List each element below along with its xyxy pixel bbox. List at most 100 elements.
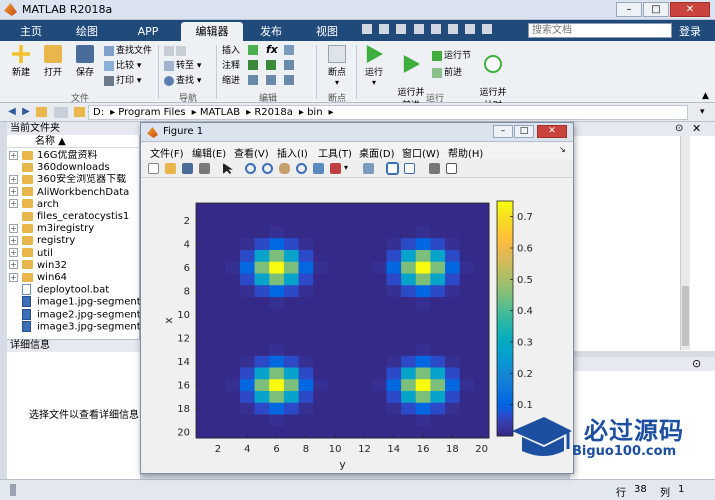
brush-dropdown-icon[interactable]: ▾ [344, 163, 348, 172]
collapse-ribbon-icon[interactable]: ▲ [702, 91, 709, 101]
file-list-item[interactable]: + win32 [7, 260, 140, 272]
zoom-out-icon[interactable] [262, 163, 273, 174]
menu-desktop[interactable]: 桌面(D) [359, 145, 395, 160]
tab-view[interactable]: 视图 [302, 22, 352, 41]
file-list-item[interactable]: files_ceratocystis1 [7, 211, 140, 223]
open-file-icon[interactable] [165, 163, 176, 174]
fx-icon[interactable]: fx [266, 43, 278, 56]
browse-folder-icon[interactable] [54, 107, 68, 118]
menu-help[interactable]: 帮助(H) [448, 145, 483, 160]
tab-editor[interactable]: 编辑器 [181, 22, 243, 41]
file-list-item[interactable]: + util [7, 248, 140, 260]
panel-menu-icon[interactable]: ⊙ [692, 357, 701, 370]
file-list-item[interactable]: + AliWorkbenchData [7, 187, 140, 199]
forward-arrow-icon[interactable]: ▶ [20, 106, 32, 118]
decrease-indent-icon[interactable] [284, 75, 294, 85]
figure-close-button[interactable]: ✕ [537, 125, 567, 138]
nav-back-forward[interactable] [164, 45, 188, 58]
menu-window[interactable]: 窗口(W) [402, 145, 440, 160]
maximize-button[interactable]: □ [643, 2, 669, 17]
search-docs-input[interactable] [528, 23, 672, 38]
open-button[interactable]: 打开 [38, 45, 68, 78]
panel-menu-icon[interactable]: ⊙ [675, 123, 683, 134]
print-button[interactable]: 打印 ▾ [104, 75, 141, 88]
new-figure-icon[interactable] [148, 163, 159, 174]
breakpoints-button[interactable]: 断点 ▾ [320, 45, 354, 87]
panel-close-icon[interactable]: ✕ [692, 122, 701, 135]
run-button[interactable]: 运行 ▾ [360, 45, 388, 87]
find-button[interactable]: 查找 ▾ [164, 75, 201, 88]
figure-canvas[interactable]: 2 4 6 8 10 12 14 16 18 20 2 4 6 8 10 12 14 16 18 20 0.1 0.2… [145, 179, 569, 471]
show-plot-tools-icon[interactable] [446, 163, 457, 174]
file-list-item[interactable]: + registry [7, 235, 140, 247]
tab-home[interactable]: 主页 [6, 22, 56, 41]
goto-button[interactable]: 转至 ▾ [164, 60, 201, 73]
expand-icon[interactable]: + [9, 199, 18, 209]
pan-hand-icon[interactable] [279, 163, 290, 174]
insert-legend-icon[interactable] [404, 163, 415, 174]
close-button[interactable]: ✕ [670, 2, 710, 17]
pointer-icon[interactable] [223, 163, 233, 174]
figure-title-bar[interactable]: Figure 1 – □ ✕ [141, 123, 573, 142]
tab-apps[interactable]: APP [120, 22, 176, 41]
path-segment[interactable]: Program Files [118, 107, 185, 118]
expand-icon[interactable]: + [9, 223, 18, 233]
compare-button[interactable]: 比较 ▾ [104, 60, 141, 73]
vertical-scrollbar[interactable] [680, 136, 690, 350]
path-segment[interactable]: bin [307, 107, 322, 118]
indent-button[interactable]: 缩进 [222, 75, 240, 88]
file-list-item[interactable]: image3.jpg-segmente... [7, 320, 140, 333]
save-figure-icon[interactable] [182, 163, 193, 174]
menu-edit[interactable]: 编辑(E) [192, 145, 226, 160]
increase-indent-icon[interactable] [266, 75, 276, 85]
wrap-icon[interactable] [266, 60, 276, 70]
insert-function-icon[interactable] [284, 45, 294, 55]
zoom-in-icon[interactable] [245, 163, 256, 174]
advance-button[interactable]: 前进 [432, 67, 462, 80]
tab-publish[interactable]: 发布 [246, 22, 296, 41]
file-list-item[interactable]: 360downloads [7, 162, 140, 174]
expand-icon[interactable]: + [9, 260, 18, 270]
brush-icon[interactable] [330, 163, 341, 174]
menu-view[interactable]: 查看(V) [234, 145, 269, 160]
expand-icon[interactable]: + [9, 235, 18, 245]
name-column-header[interactable]: 名称 ▲ [7, 135, 140, 148]
address-dropdown-icon[interactable]: ▾ [700, 107, 705, 117]
hide-plot-tools-icon[interactable] [429, 163, 440, 174]
figure-maximize-button[interactable]: □ [514, 125, 534, 138]
comment-button[interactable]: 注释 [222, 60, 240, 73]
expand-icon[interactable]: + [9, 272, 18, 282]
expand-icon[interactable]: + [9, 187, 18, 197]
file-list-item[interactable]: deploytool.bat [7, 284, 140, 296]
menu-tools[interactable]: 工具(T) [318, 145, 352, 160]
find-files-button[interactable]: 查找文件 [104, 45, 152, 58]
file-list-item[interactable]: image1.jpg-segmente... [7, 296, 140, 308]
path-segment[interactable]: R2018a [254, 107, 293, 118]
file-list-item[interactable]: + win64 [7, 272, 140, 284]
minimize-button[interactable]: – [616, 2, 642, 17]
data-cursor-icon[interactable] [313, 163, 324, 174]
path-segment[interactable]: MATLAB [200, 107, 240, 118]
scrollbar-thumb[interactable] [682, 286, 689, 346]
insert-icon[interactable] [248, 45, 258, 55]
menu-dock-icon[interactable]: ↘ [559, 145, 566, 154]
new-button[interactable]: 新建 [6, 45, 36, 78]
tab-plots[interactable]: 绘图 [62, 22, 112, 41]
heatmap-chart[interactable]: 2 4 6 8 10 12 14 16 18 20 2468101214161820 0.10.2… [145, 179, 569, 471]
back-arrow-icon[interactable]: ◀ [6, 106, 18, 118]
link-plot-icon[interactable] [363, 163, 374, 174]
file-list-item[interactable]: image2.jpg-segmente... [7, 308, 140, 321]
up-folder-icon[interactable] [36, 107, 47, 117]
run-section-button[interactable]: 运行节 [432, 50, 471, 63]
file-list-item[interactable]: + arch [7, 199, 140, 211]
uncomment-icon[interactable] [284, 60, 294, 70]
comment-icon[interactable] [248, 60, 258, 70]
insert-colorbar-icon[interactable] [386, 162, 399, 175]
insert-button[interactable]: 插入 [222, 45, 240, 58]
file-list-item[interactable]: +16G优盘资料 [7, 150, 140, 162]
print-figure-icon[interactable] [199, 163, 210, 174]
current-path[interactable]: D: ▸ Program Files ▸ MATLAB ▸ R2018a ▸ bin ▸ [88, 105, 688, 120]
expand-icon[interactable]: + [9, 248, 18, 258]
figure-minimize-button[interactable]: – [493, 125, 513, 138]
login-link[interactable]: 登录 [679, 23, 701, 39]
